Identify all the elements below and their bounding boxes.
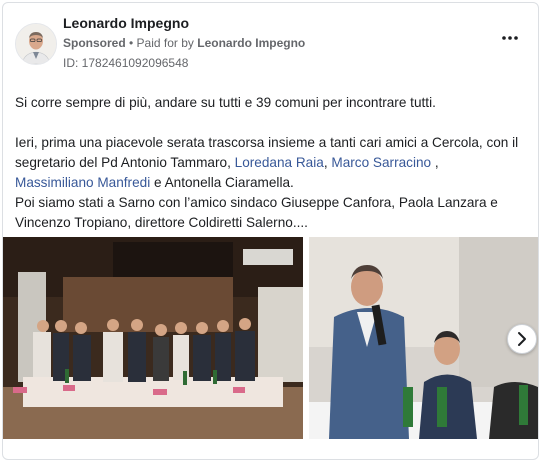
library-id: ID: 1782461092096548 xyxy=(63,56,189,70)
chevron-right-icon xyxy=(518,332,526,346)
paid-by-name: Leonardo Impegno xyxy=(197,36,306,50)
post-body: Si corre sempre di più, andare su tutti … xyxy=(15,93,527,233)
more-horizontal-icon xyxy=(502,36,518,40)
paragraph-2-ending: e Antonella Ciaramella. xyxy=(150,175,294,190)
sponsored-line: Sponsored • Paid for by Leonardo Impegno xyxy=(63,36,305,50)
tag-marco-sarracino[interactable]: Marco Sarracino xyxy=(331,155,431,170)
post-paragraph-2: Ieri, prima una piacevole serata trascor… xyxy=(15,133,527,193)
ad-post-card: Leonardo Impegno Sponsored • Paid for by… xyxy=(2,2,539,460)
page-name-link[interactable]: Leonardo Impegno xyxy=(63,15,189,31)
more-options-button[interactable] xyxy=(498,29,522,47)
sponsored-label: Sponsored xyxy=(63,36,126,50)
photo-group-dinner[interactable] xyxy=(3,237,303,439)
tag-massimiliano-manfredi[interactable]: Massimiliano Manfredi xyxy=(15,175,150,190)
carousel-next-button[interactable] xyxy=(507,324,537,354)
speech-photo-image xyxy=(309,237,538,439)
tag-loredana-raia[interactable]: Loredana Raia xyxy=(235,155,324,170)
group-photo-image xyxy=(3,237,303,439)
paid-for-label: Paid for by xyxy=(136,36,198,50)
photo-speech[interactable] xyxy=(309,237,538,439)
separator-dot: • xyxy=(125,36,137,50)
page-avatar[interactable] xyxy=(15,23,57,65)
avatar-portrait-icon xyxy=(16,24,56,64)
photo-carousel xyxy=(3,237,538,439)
tag-separator: , xyxy=(431,155,439,170)
post-paragraph-3: Poi siamo stati a Sarno con l’amico sind… xyxy=(15,195,498,230)
post-paragraph-1: Si corre sempre di più, andare su tutti … xyxy=(15,95,436,110)
